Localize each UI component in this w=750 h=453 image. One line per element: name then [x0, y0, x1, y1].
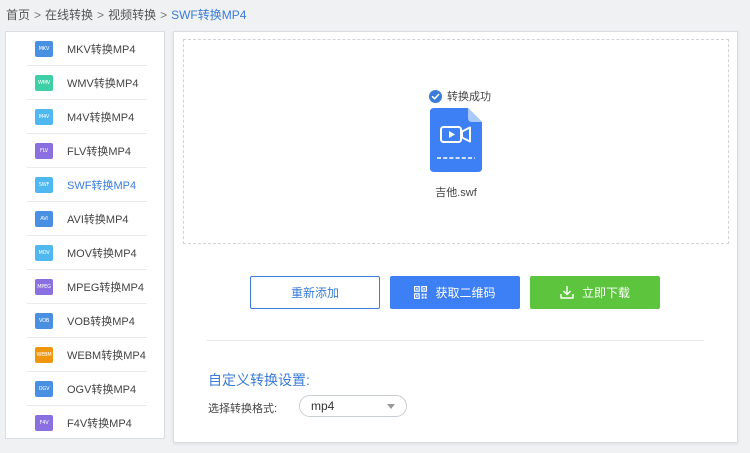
format-select[interactable]: mp4	[299, 395, 407, 417]
f4v-file-icon: F4V	[35, 415, 53, 431]
sidebar-item-label: WMV转换MP4	[67, 77, 139, 90]
sidebar: MKV MKV转换MP4 WMV WMV转换MP4 M4V M4V转换MP4 FLV F…	[5, 31, 165, 439]
sidebar-item-m4v[interactable]: M4V M4V转换MP4	[27, 100, 147, 134]
sidebar-item-vob[interactable]: VOB VOB转换MP4	[27, 304, 147, 338]
vob-file-icon: VOB	[35, 312, 53, 329]
sidebar-item-label: MPEG转换MP4	[67, 281, 145, 294]
sidebar-item-flv[interactable]: FLV FLV转换MP4	[27, 134, 147, 168]
status-text: 转换成功	[447, 91, 491, 103]
breadcrumb-separator: >	[160, 8, 168, 22]
download-button[interactable]: 立即下载	[530, 276, 660, 309]
sidebar-item-mkv[interactable]: MKV MKV转换MP4	[27, 32, 147, 66]
sidebar-item-label: VOB转换MP4	[67, 315, 135, 328]
sidebar-item-label: WEBM转换MP4	[67, 349, 146, 362]
breadcrumb: 首页 > 在线转换 > 视频转换 > SWF转换MP4	[6, 6, 246, 23]
readd-button[interactable]: 重新添加	[250, 276, 380, 309]
flv-file-icon: FLV	[35, 142, 53, 159]
webm-file-icon: WEBM	[35, 346, 53, 363]
breadcrumb-home[interactable]: 首页	[6, 8, 30, 22]
sidebar-item-label: MOV转换MP4	[67, 247, 137, 260]
mkv-file-icon: MKV	[35, 40, 53, 57]
sidebar-item-label: SWF转换MP4	[67, 179, 137, 192]
sidebar-item-label: OGV转换MP4	[67, 383, 137, 396]
ogv-file-icon: OGV	[35, 380, 53, 397]
file-name: 吉他.swf	[435, 187, 477, 199]
check-circle-icon	[429, 89, 442, 103]
sidebar-item-webm[interactable]: WEBM WEBM转换MP4	[27, 338, 147, 372]
sidebar-item-avi[interactable]: AVI AVI转换MP4	[27, 202, 147, 236]
breadcrumb-separator: >	[34, 8, 42, 22]
sidebar-item-swf[interactable]: SWF SWF转换MP4	[27, 168, 147, 202]
sidebar-item-label: FLV转换MP4	[67, 145, 131, 158]
breadcrumb-current: SWF转换MP4	[171, 8, 247, 22]
sidebar-item-ogv[interactable]: OGV OGV转换MP4	[27, 372, 147, 406]
sidebar-item-label: F4V转换MP4	[67, 418, 132, 430]
qrcode-button-label: 获取二维码	[435, 286, 496, 300]
sidebar-item-mov[interactable]: MOV MOV转换MP4	[27, 236, 147, 270]
m4v-file-icon: M4V	[35, 108, 53, 125]
chevron-down-icon	[387, 404, 395, 409]
file-dropzone[interactable]: 转换成功 吉他.swf	[183, 39, 729, 244]
mpeg-file-icon: MPEG	[35, 278, 53, 295]
settings-title: 自定义转换设置:	[208, 372, 310, 388]
converter-panel: 转换成功 吉他.swf 重新添加 获取二维码 立即下载 自定义转换设置: 选择转…	[173, 31, 738, 443]
qrcode-button[interactable]: 获取二维码	[390, 276, 520, 309]
avi-file-icon: AVI	[35, 210, 53, 227]
breadcrumb-online-convert[interactable]: 在线转换	[45, 8, 93, 22]
sidebar-item-wmv[interactable]: WMV WMV转换MP4	[27, 66, 147, 100]
breadcrumb-video-convert[interactable]: 视频转换	[108, 8, 156, 22]
download-button-label: 立即下载	[581, 286, 630, 300]
sidebar-item-f4v[interactable]: F4V F4V转换MP4	[27, 406, 147, 440]
readd-button-label: 重新添加	[290, 286, 339, 300]
sidebar-item-label: AVI转换MP4	[67, 213, 129, 226]
download-icon	[560, 286, 574, 299]
swf-file-icon: SWF	[35, 176, 53, 193]
qrcode-icon	[414, 286, 428, 299]
mov-file-icon: MOV	[35, 244, 53, 261]
video-file-icon	[430, 108, 482, 172]
sidebar-item-label: M4V转换MP4	[67, 111, 135, 124]
sidebar-item-label: MKV转换MP4	[67, 43, 136, 56]
divider	[207, 340, 704, 341]
conversion-status: 转换成功	[429, 88, 491, 104]
wmv-file-icon: WMV	[35, 74, 53, 91]
format-label: 选择转换格式:	[208, 403, 278, 415]
sidebar-item-mpeg[interactable]: MPEG MPEG转换MP4	[27, 270, 147, 304]
breadcrumb-separator: >	[97, 8, 105, 22]
format-select-value: mp4	[311, 399, 335, 413]
